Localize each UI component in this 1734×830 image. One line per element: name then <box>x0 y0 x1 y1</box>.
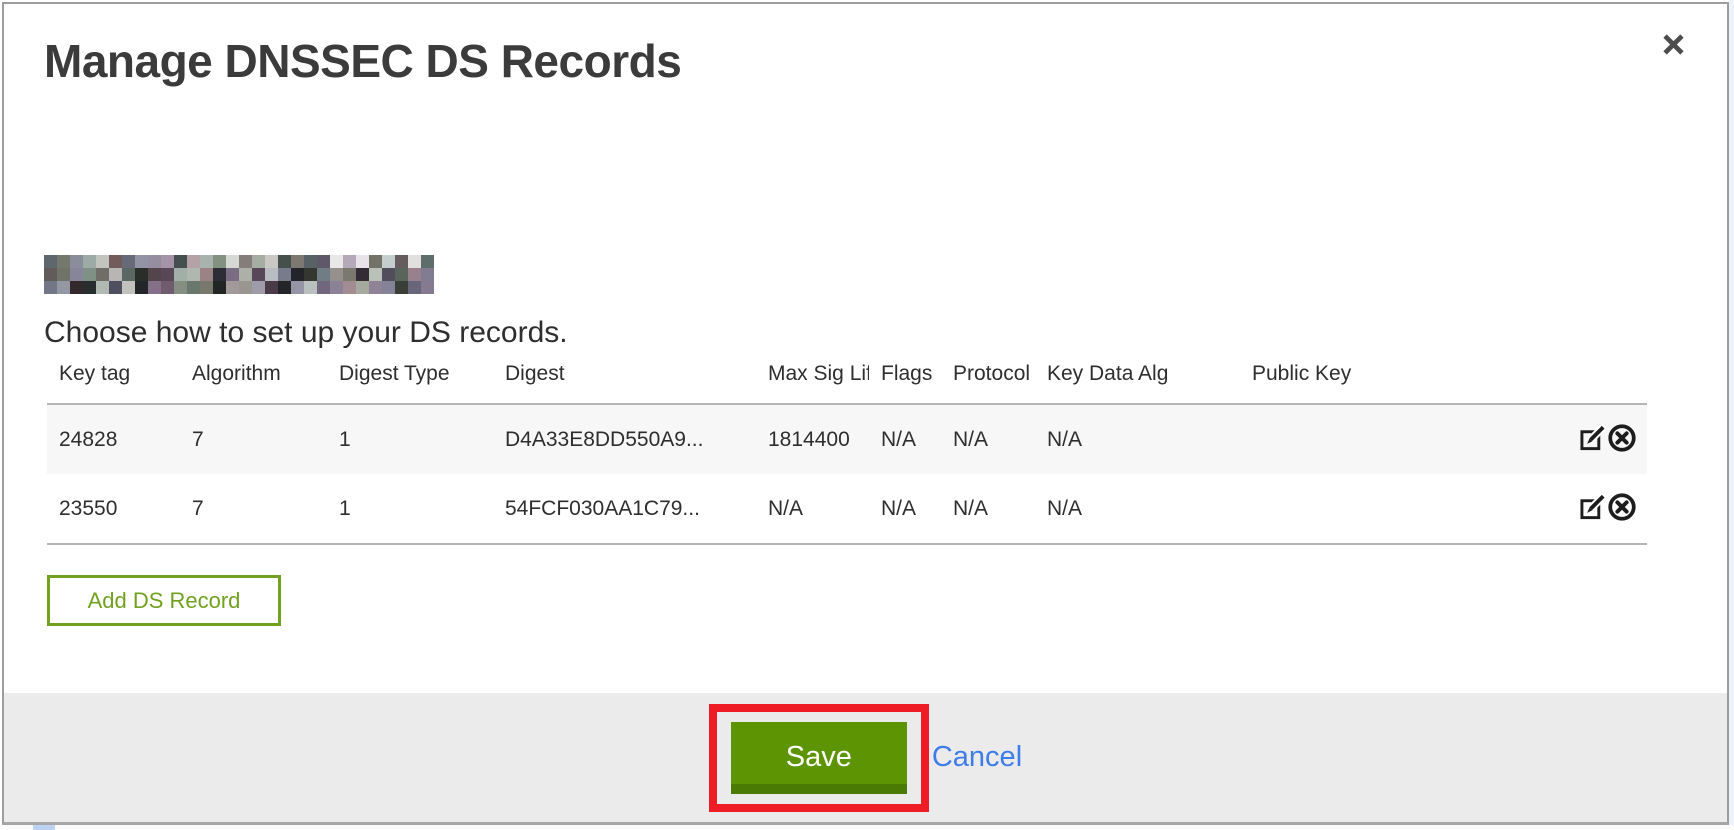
column-header-algorithm: Algorithm <box>180 362 327 404</box>
cell-actions <box>1497 404 1647 474</box>
background-page-edge <box>1729 0 1734 825</box>
column-header-actions <box>1497 362 1647 404</box>
close-icon <box>1660 31 1687 58</box>
background-page-bottom <box>0 825 1734 830</box>
ds-records-table: Key tag Algorithm Digest Type Digest Max… <box>47 362 1647 545</box>
table-row: 24828 7 1 D4A33E8DD550A9... 1814400 N/A … <box>47 404 1647 474</box>
cell-public-key <box>1240 404 1497 474</box>
cell-protocol: N/A <box>941 404 1035 474</box>
modal-footer: Save Cancel <box>4 693 1727 822</box>
cell-public-key <box>1240 474 1497 544</box>
page-title: Manage DNSSEC DS Records <box>44 34 681 88</box>
close-button[interactable] <box>1657 30 1689 62</box>
edit-record-button[interactable] <box>1579 494 1606 524</box>
dnssec-ds-records-modal: Manage DNSSEC DS Records Choose how to s… <box>2 2 1729 825</box>
instruction-text: Choose how to set up your DS records. <box>44 316 568 350</box>
cell-algorithm: 7 <box>180 474 327 544</box>
background-artifact <box>33 825 55 830</box>
redacted-domain <box>44 255 434 294</box>
column-header-protocol: Protocol <box>941 362 1035 404</box>
cell-digest: 54FCF030AA1C79... <box>493 474 756 544</box>
cell-digest: D4A33E8DD550A9... <box>493 404 756 474</box>
cell-algorithm: 7 <box>180 404 327 474</box>
edit-record-icon <box>1579 494 1606 521</box>
cell-actions <box>1497 474 1647 544</box>
cancel-link[interactable]: Cancel <box>932 741 1022 774</box>
column-header-key-data-alg: Key Data Alg <box>1035 362 1240 404</box>
cell-max-sig-life: 1814400 <box>756 404 869 474</box>
add-ds-record-button[interactable]: Add DS Record <box>47 575 281 626</box>
delete-record-button[interactable] <box>1607 423 1637 456</box>
cell-flags: N/A <box>869 474 941 544</box>
edit-record-icon <box>1579 425 1606 452</box>
edit-record-button[interactable] <box>1579 425 1606 455</box>
delete-record-icon <box>1607 492 1637 522</box>
cell-key-tag: 23550 <box>47 474 180 544</box>
delete-record-button[interactable] <box>1607 492 1637 525</box>
cell-key-tag: 24828 <box>47 404 180 474</box>
table-header-row: Key tag Algorithm Digest Type Digest Max… <box>47 362 1647 404</box>
column-header-digest-type: Digest Type <box>327 362 493 404</box>
cell-key-data-alg: N/A <box>1035 404 1240 474</box>
cell-digest-type: 1 <box>327 404 493 474</box>
save-button[interactable]: Save <box>731 722 907 794</box>
cell-digest-type: 1 <box>327 474 493 544</box>
cell-protocol: N/A <box>941 474 1035 544</box>
column-header-key-tag: Key tag <box>47 362 180 404</box>
cell-key-data-alg: N/A <box>1035 474 1240 544</box>
column-header-flags: Flags <box>869 362 941 404</box>
column-header-max-sig-life: Max Sig Life <box>756 362 869 404</box>
table-row: 23550 7 1 54FCF030AA1C79... N/A N/A N/A … <box>47 474 1647 544</box>
delete-record-icon <box>1607 423 1637 453</box>
column-header-digest: Digest <box>493 362 756 404</box>
cell-flags: N/A <box>869 404 941 474</box>
cell-max-sig-life: N/A <box>756 474 869 544</box>
column-header-public-key: Public Key <box>1240 362 1497 404</box>
save-highlight-annotation: Save <box>709 704 929 812</box>
